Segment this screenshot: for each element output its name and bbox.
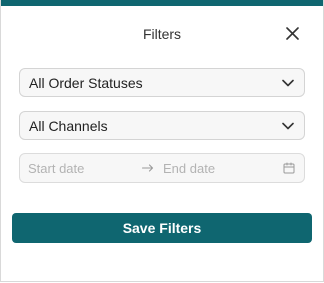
channel-value: All Channels bbox=[29, 117, 108, 134]
end-date-input[interactable] bbox=[163, 158, 273, 178]
chevron-down-icon bbox=[281, 76, 295, 90]
order-status-select[interactable]: All Order Statuses bbox=[19, 68, 305, 97]
arrow-right-icon bbox=[141, 164, 155, 172]
chevron-down-icon bbox=[281, 119, 295, 133]
order-status-value: All Order Statuses bbox=[29, 74, 143, 91]
close-button[interactable] bbox=[281, 22, 303, 44]
start-date-input[interactable] bbox=[28, 158, 141, 178]
save-filters-button[interactable]: Save Filters bbox=[12, 213, 312, 243]
filters-panel: Filters All Order Statuses All Channels … bbox=[0, 0, 324, 282]
accent-top-bar bbox=[1, 0, 323, 6]
calendar-icon[interactable] bbox=[282, 161, 296, 175]
close-icon bbox=[285, 26, 299, 40]
channel-select[interactable]: All Channels bbox=[19, 111, 305, 140]
panel-title: Filters bbox=[142, 26, 182, 42]
date-range-picker bbox=[19, 153, 305, 183]
